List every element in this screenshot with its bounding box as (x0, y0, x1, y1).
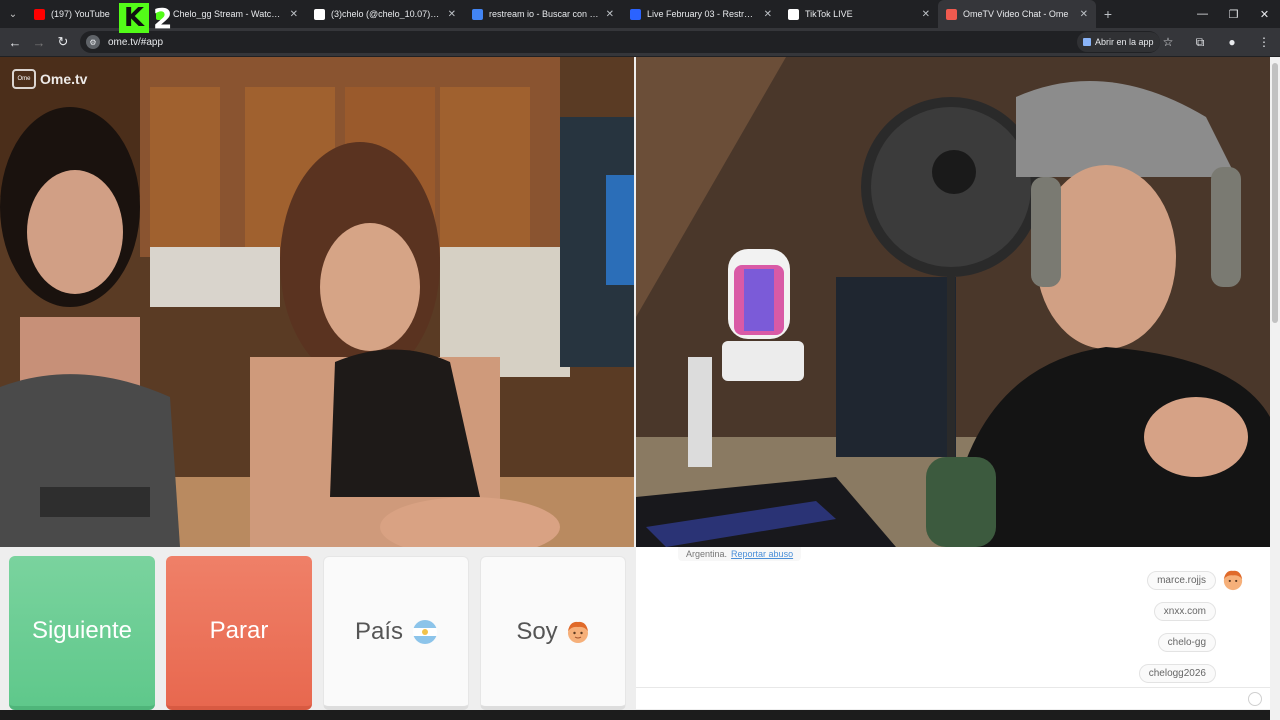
tab-favicon-icon (630, 8, 641, 20)
next-button-label: Siguiente (31, 617, 133, 644)
close-window-icon[interactable]: ✕ (1249, 0, 1280, 28)
minimize-icon[interactable]: — (1187, 0, 1218, 28)
ome-page: Ome Ome.tv Siguiente Parar País Soy Arge… (0, 57, 1280, 720)
tab-favicon-icon (788, 8, 799, 20)
tab-title: TikTok LIVE (805, 9, 853, 19)
ome-logo: Ome Ome.tv (12, 69, 87, 89)
app-icon (1083, 38, 1091, 46)
tab-close-icon[interactable]: ✕ (764, 9, 772, 20)
address-bar[interactable]: ⚙ ome.tv/#app (80, 31, 1160, 53)
browser-tab[interactable]: Live February 03 - Restream ✕ (622, 0, 780, 28)
boy-emoji-icon (567, 621, 588, 643)
new-tab-button[interactable]: + (1096, 6, 1120, 22)
tab-close-icon[interactable]: ✕ (448, 9, 456, 20)
tab-title: (3)chelo (@chelo_10.07) | TikTok (331, 9, 442, 19)
tab-title: Live February 03 - Restream (647, 9, 758, 19)
page-scrollbar[interactable] (1270, 57, 1280, 720)
chat-message: marce.rojjs (1147, 569, 1244, 591)
bookmark-star-icon[interactable]: ☆ (1152, 28, 1184, 56)
tab-strip: ⌄ (197) YouTube ✕ Chelo_gg Stream - Watch … (0, 0, 1280, 28)
chat-message-text: marce.rojjs (1147, 570, 1216, 590)
tab-title: restream io - Buscar con Google (489, 9, 600, 19)
remote-video: Ome Ome.tv (0, 57, 634, 547)
chat-message-text: xnxx.com (1153, 601, 1216, 621)
scrollbar-thumb[interactable] (1272, 63, 1278, 323)
reload-button[interactable]: ↻ (51, 28, 75, 56)
tab-close-icon[interactable]: ✕ (290, 9, 298, 20)
local-video-frame (636, 57, 1270, 547)
restore-icon[interactable]: ❐ (1218, 0, 1249, 28)
site-info-icon[interactable]: ⚙ (86, 35, 100, 49)
bottom-strip (0, 710, 1270, 720)
tab-favicon-icon (314, 8, 325, 20)
remote-video-frame (0, 57, 634, 547)
emoji-picker-icon[interactable] (1248, 692, 1262, 706)
browser-tab[interactable]: TikTok LIVE ✕ (780, 0, 938, 28)
tab-search-button[interactable]: ⌄ (0, 0, 26, 28)
toolbar-actions: ☆ ⧉ ● ⋮ (1152, 28, 1280, 56)
browser-tab[interactable]: (3)chelo (@chelo_10.07) | TikTok ✕ (306, 0, 464, 28)
chat-message-text: chelo-gg (1157, 632, 1216, 652)
stop-button[interactable]: Parar (166, 556, 312, 710)
window-controls: — ❐ ✕ (1187, 0, 1280, 28)
report-country: Argentina. (686, 549, 728, 559)
tab-title: Chelo_gg Stream - Watch Live (173, 9, 284, 19)
sender-avatar-icon (1223, 570, 1243, 591)
back-button[interactable]: ← (3, 28, 27, 56)
chat-input[interactable] (636, 687, 1270, 709)
forward-button[interactable]: → (27, 28, 51, 56)
tab-close-icon[interactable]: ✕ (1080, 9, 1088, 20)
next-button[interactable]: Siguiente (9, 556, 155, 710)
browser-tab[interactable]: OmeTV Video Chat - Ome ✕ (938, 0, 1096, 28)
browser-toolbar: ← → ↻ ⚙ ome.tv/#app Abrir en la app ☆ ⧉ … (0, 28, 1280, 56)
stop-button-label: Parar (209, 617, 269, 644)
chat-message: xnxx.com (1153, 600, 1244, 622)
argentina-flag-icon (413, 619, 438, 644)
browser-tab[interactable]: restream io - Buscar con Google ✕ (464, 0, 622, 28)
chat-message-text: chelogg2026 (1138, 663, 1216, 683)
gender-button-label: Soy (516, 617, 558, 645)
open-in-app-label: Abrir en la app (1095, 37, 1154, 47)
gender-button[interactable]: Soy (480, 556, 626, 710)
local-video (636, 57, 1270, 547)
chat-messages: marce.rojjs xnxx.com chelo-gg chelogg2026 (1138, 569, 1244, 684)
menu-icon[interactable]: ⋮ (1248, 28, 1280, 56)
extensions-icon[interactable]: ⧉ (1184, 28, 1216, 56)
country-button[interactable]: País (323, 556, 469, 710)
tab-favicon-icon (472, 8, 483, 20)
chat-message: chelogg2026 (1138, 662, 1244, 684)
report-abuse-link[interactable]: Reportar abuso (731, 549, 793, 559)
tab-close-icon[interactable]: ✕ (922, 9, 930, 20)
chat-message: chelo-gg (1157, 631, 1244, 653)
kick-overlay: K 2 (119, 1, 173, 35)
tab-favicon-icon (946, 8, 957, 20)
ome-logo-icon: Ome (12, 69, 36, 89)
tab-close-icon[interactable]: ✕ (606, 9, 614, 20)
tab-list: (197) YouTube ✕ Chelo_gg Stream - Watch Li… (26, 0, 1096, 28)
tab-title: OmeTV Video Chat - Ome (963, 9, 1069, 19)
tab-title: (197) YouTube (51, 9, 110, 19)
tab-favicon-icon (34, 8, 45, 20)
profile-avatar[interactable]: ● (1216, 28, 1248, 56)
url-text: ome.tv/#app (108, 36, 164, 48)
open-in-app-button[interactable]: Abrir en la app (1077, 32, 1160, 52)
report-banner: Argentina. Reportar abuso (678, 547, 802, 561)
country-button-label: País (354, 617, 404, 645)
overlay-number: 2 (153, 1, 173, 35)
ome-logo-text: Ome.tv (40, 71, 88, 87)
chat-panel: Argentina. Reportar abuso marce.rojjs xnx… (636, 547, 1270, 709)
kick-logo: K (119, 3, 149, 33)
